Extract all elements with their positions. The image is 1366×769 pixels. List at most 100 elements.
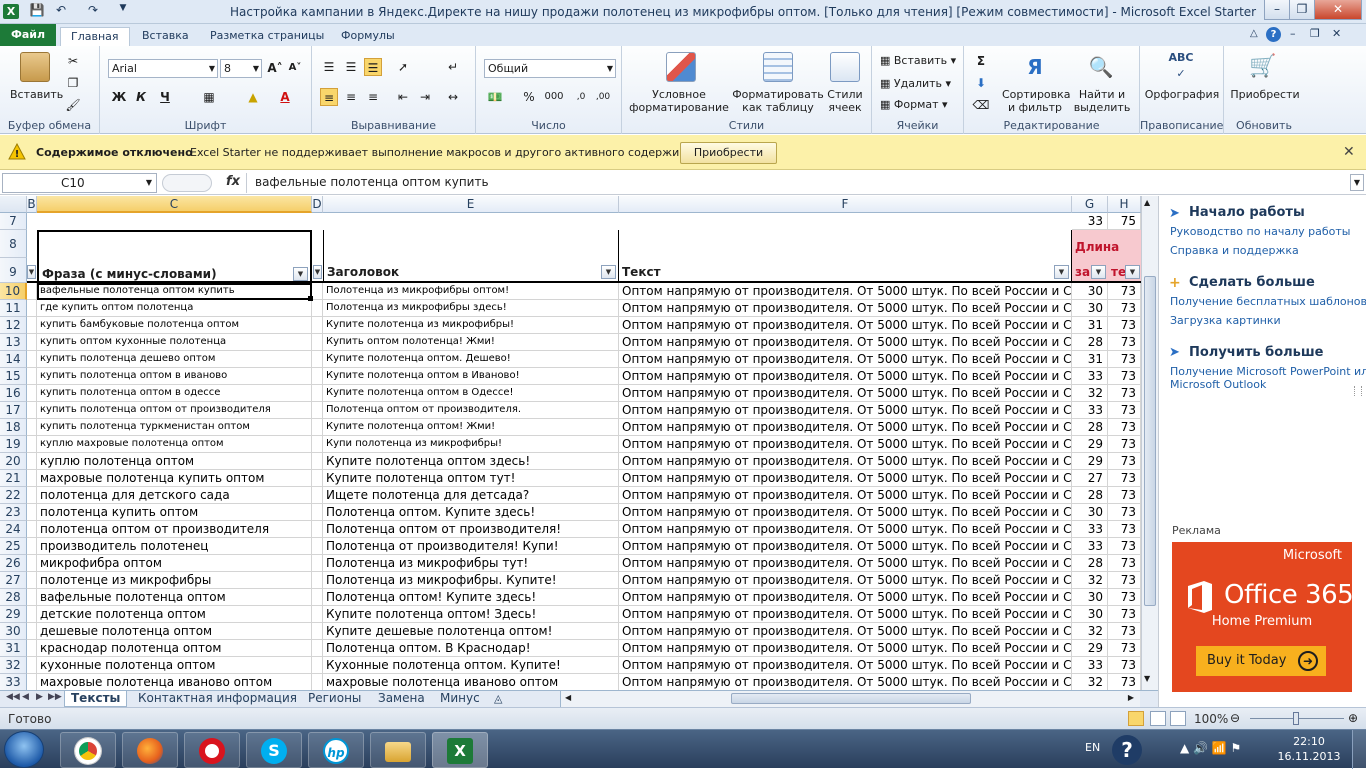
cell-g7[interactable]: 33 — [1072, 213, 1108, 230]
cell-d[interactable] — [312, 657, 323, 674]
copy-icon[interactable]: ❐ — [64, 74, 82, 92]
cell-phrase[interactable]: кухонные полотенца оптом — [37, 657, 312, 674]
filter-dropdown-icon[interactable]: ▼ — [1091, 265, 1106, 279]
cell-title[interactable]: Купите дешевые полотенца оптом! — [323, 623, 619, 640]
cell-phrase[interactable]: купить полотенца оптом в одессе — [37, 385, 312, 402]
cell-d[interactable] — [312, 674, 323, 690]
cell-text-length[interactable]: 73 — [1108, 657, 1141, 674]
tray-icons[interactable]: ▲ 🔊 📶 ⚑ — [1180, 741, 1241, 755]
filter-dropdown-icon[interactable]: ▼ — [313, 265, 322, 279]
cell-b[interactable] — [27, 436, 37, 453]
cell-d[interactable] — [312, 487, 323, 504]
cell-text-length[interactable]: 73 — [1108, 504, 1141, 521]
cell-title-length[interactable]: 27 — [1072, 470, 1108, 487]
tab-file[interactable]: Файл — [0, 24, 56, 46]
cell-text[interactable]: Оптом напрямую от производителя. От 5000… — [619, 606, 1072, 623]
cell-text-length[interactable]: 73 — [1108, 385, 1141, 402]
horizontal-scrollbar[interactable]: ◀ ▶ — [560, 691, 1140, 707]
cell-b[interactable] — [27, 657, 37, 674]
link-help-support[interactable]: Справка и поддержка — [1170, 244, 1299, 258]
shrink-font-icon[interactable]: A˅ — [286, 59, 304, 77]
cell-title-length[interactable]: 28 — [1072, 334, 1108, 351]
sheet-tab-texts[interactable]: Тексты — [64, 691, 128, 707]
formula-bar-slider[interactable] — [162, 174, 212, 192]
cell-phrase[interactable]: купить полотенца дешево оптом — [37, 351, 312, 368]
cell-title-length[interactable]: 31 — [1072, 351, 1108, 368]
row-header[interactable]: 13 — [0, 334, 27, 351]
row-header[interactable]: 7 — [0, 213, 27, 230]
taskbar-skype[interactable]: S — [246, 732, 302, 768]
autosum-icon[interactable]: Σ — [972, 52, 990, 70]
chevron-down-icon[interactable]: ▼ — [607, 60, 613, 77]
format-cells-button[interactable]: ▦ Формат ▾ — [880, 98, 948, 111]
cell-d[interactable] — [312, 402, 323, 419]
bold-button[interactable]: Ж — [110, 88, 128, 106]
percent-button[interactable]: % — [520, 88, 538, 106]
cell-title[interactable]: Купите полотенца оптом тут! — [323, 470, 619, 487]
office365-ad[interactable]: Microsoft Office 365 Home Premium Buy it… — [1172, 542, 1354, 692]
normal-view-icon[interactable] — [1128, 711, 1144, 726]
cell-phrase[interactable]: краснодар полотенца оптом — [37, 640, 312, 657]
cell-b[interactable] — [27, 589, 37, 606]
doc-close-icon[interactable]: ✕ — [1332, 27, 1341, 40]
conditional-format-icon[interactable] — [666, 52, 696, 82]
format-painter-icon[interactable]: 🖌 — [64, 96, 82, 114]
merge-center-icon[interactable]: ↔ — [444, 88, 462, 106]
pane-splitter[interactable] — [1354, 386, 1362, 396]
tab-formulas[interactable]: Формулы — [331, 27, 405, 46]
cell-d[interactable] — [312, 555, 323, 572]
cell-title-length[interactable]: 33 — [1072, 657, 1108, 674]
first-sheet-icon[interactable]: ◀◀ — [6, 692, 20, 702]
cell-text[interactable]: Оптом напрямую от производителя. От 5000… — [619, 368, 1072, 385]
clock[interactable]: 22:10 16.11.2013 — [1276, 734, 1342, 764]
cell-text[interactable]: Оптом напрямую от производителя. От 5000… — [619, 453, 1072, 470]
cell-b[interactable] — [27, 487, 37, 504]
row-header[interactable]: 23 — [0, 504, 27, 521]
undo-icon[interactable]: ↶ — [52, 3, 70, 20]
scroll-up-icon[interactable]: ▲ — [1144, 198, 1150, 207]
cell-title[interactable]: Полотенца из микрофибры тут! — [323, 555, 619, 572]
find-select-button[interactable]: Найти и выделить — [1072, 88, 1132, 114]
cell-title-length[interactable]: 31 — [1072, 317, 1108, 334]
cell-phrase[interactable]: купить полотенца туркменистан оптом — [37, 419, 312, 436]
sheet-tab-minus[interactable]: Минус — [434, 691, 486, 707]
cell-title-length[interactable]: 28 — [1072, 487, 1108, 504]
binoculars-icon[interactable]: 🔍 — [1086, 52, 1116, 82]
cell-d[interactable] — [312, 589, 323, 606]
cell-text[interactable]: Оптом напрямую от производителя. От 5000… — [619, 436, 1072, 453]
header-cell-e[interactable]: Заголовок ▼ — [323, 230, 619, 281]
cell-title-length[interactable]: 30 — [1072, 606, 1108, 623]
cell-phrase[interactable]: где купить оптом полотенца — [37, 300, 312, 317]
wrap-text-icon[interactable]: ↵ — [444, 58, 462, 76]
row-header[interactable]: 25 — [0, 538, 27, 555]
cell-styles-button[interactable]: Стили ячеек — [822, 88, 868, 114]
cell-text-length[interactable]: 73 — [1108, 419, 1141, 436]
cell-d[interactable] — [312, 640, 323, 657]
delete-cells-button[interactable]: ▦ Удалить ▾ — [880, 77, 951, 90]
cell-title[interactable]: Полотенца оптом. Купите здесь! — [323, 504, 619, 521]
align-bottom-icon[interactable]: ☰ — [364, 58, 382, 76]
taskbar-chrome[interactable] — [60, 732, 116, 768]
cell-phrase[interactable]: микрофибра оптом — [37, 555, 312, 572]
cell-b[interactable] — [27, 538, 37, 555]
tab-home[interactable]: Главная — [60, 27, 130, 46]
cell-phrase[interactable]: купить полотенца оптом в иваново — [37, 368, 312, 385]
col-header-d[interactable]: D — [312, 196, 323, 213]
row-header[interactable]: 24 — [0, 521, 27, 538]
cell-title[interactable]: Купите полотенца оптом здесь! — [323, 453, 619, 470]
cell-text-length[interactable]: 73 — [1108, 538, 1141, 555]
cell-title-length[interactable]: 30 — [1072, 300, 1108, 317]
cell-text-length[interactable]: 73 — [1108, 334, 1141, 351]
scroll-left-icon[interactable]: ◀ — [565, 693, 571, 702]
help-tray-icon[interactable]: ? — [1112, 735, 1142, 765]
row-header[interactable]: 31 — [0, 640, 27, 657]
last-sheet-icon[interactable]: ▶▶ — [48, 692, 62, 702]
cell-phrase[interactable]: полотенца купить оптом — [37, 504, 312, 521]
save-icon[interactable]: 💾 — [28, 3, 46, 20]
cell-d[interactable] — [312, 334, 323, 351]
decrease-decimal-icon[interactable]: ,00 — [594, 88, 612, 106]
cell-phrase[interactable]: детские полотенца оптом — [37, 606, 312, 623]
cell-d[interactable] — [312, 351, 323, 368]
row-header[interactable]: 22 — [0, 487, 27, 504]
sort-filter-button[interactable]: Сортировка и фильтр — [1002, 88, 1071, 114]
